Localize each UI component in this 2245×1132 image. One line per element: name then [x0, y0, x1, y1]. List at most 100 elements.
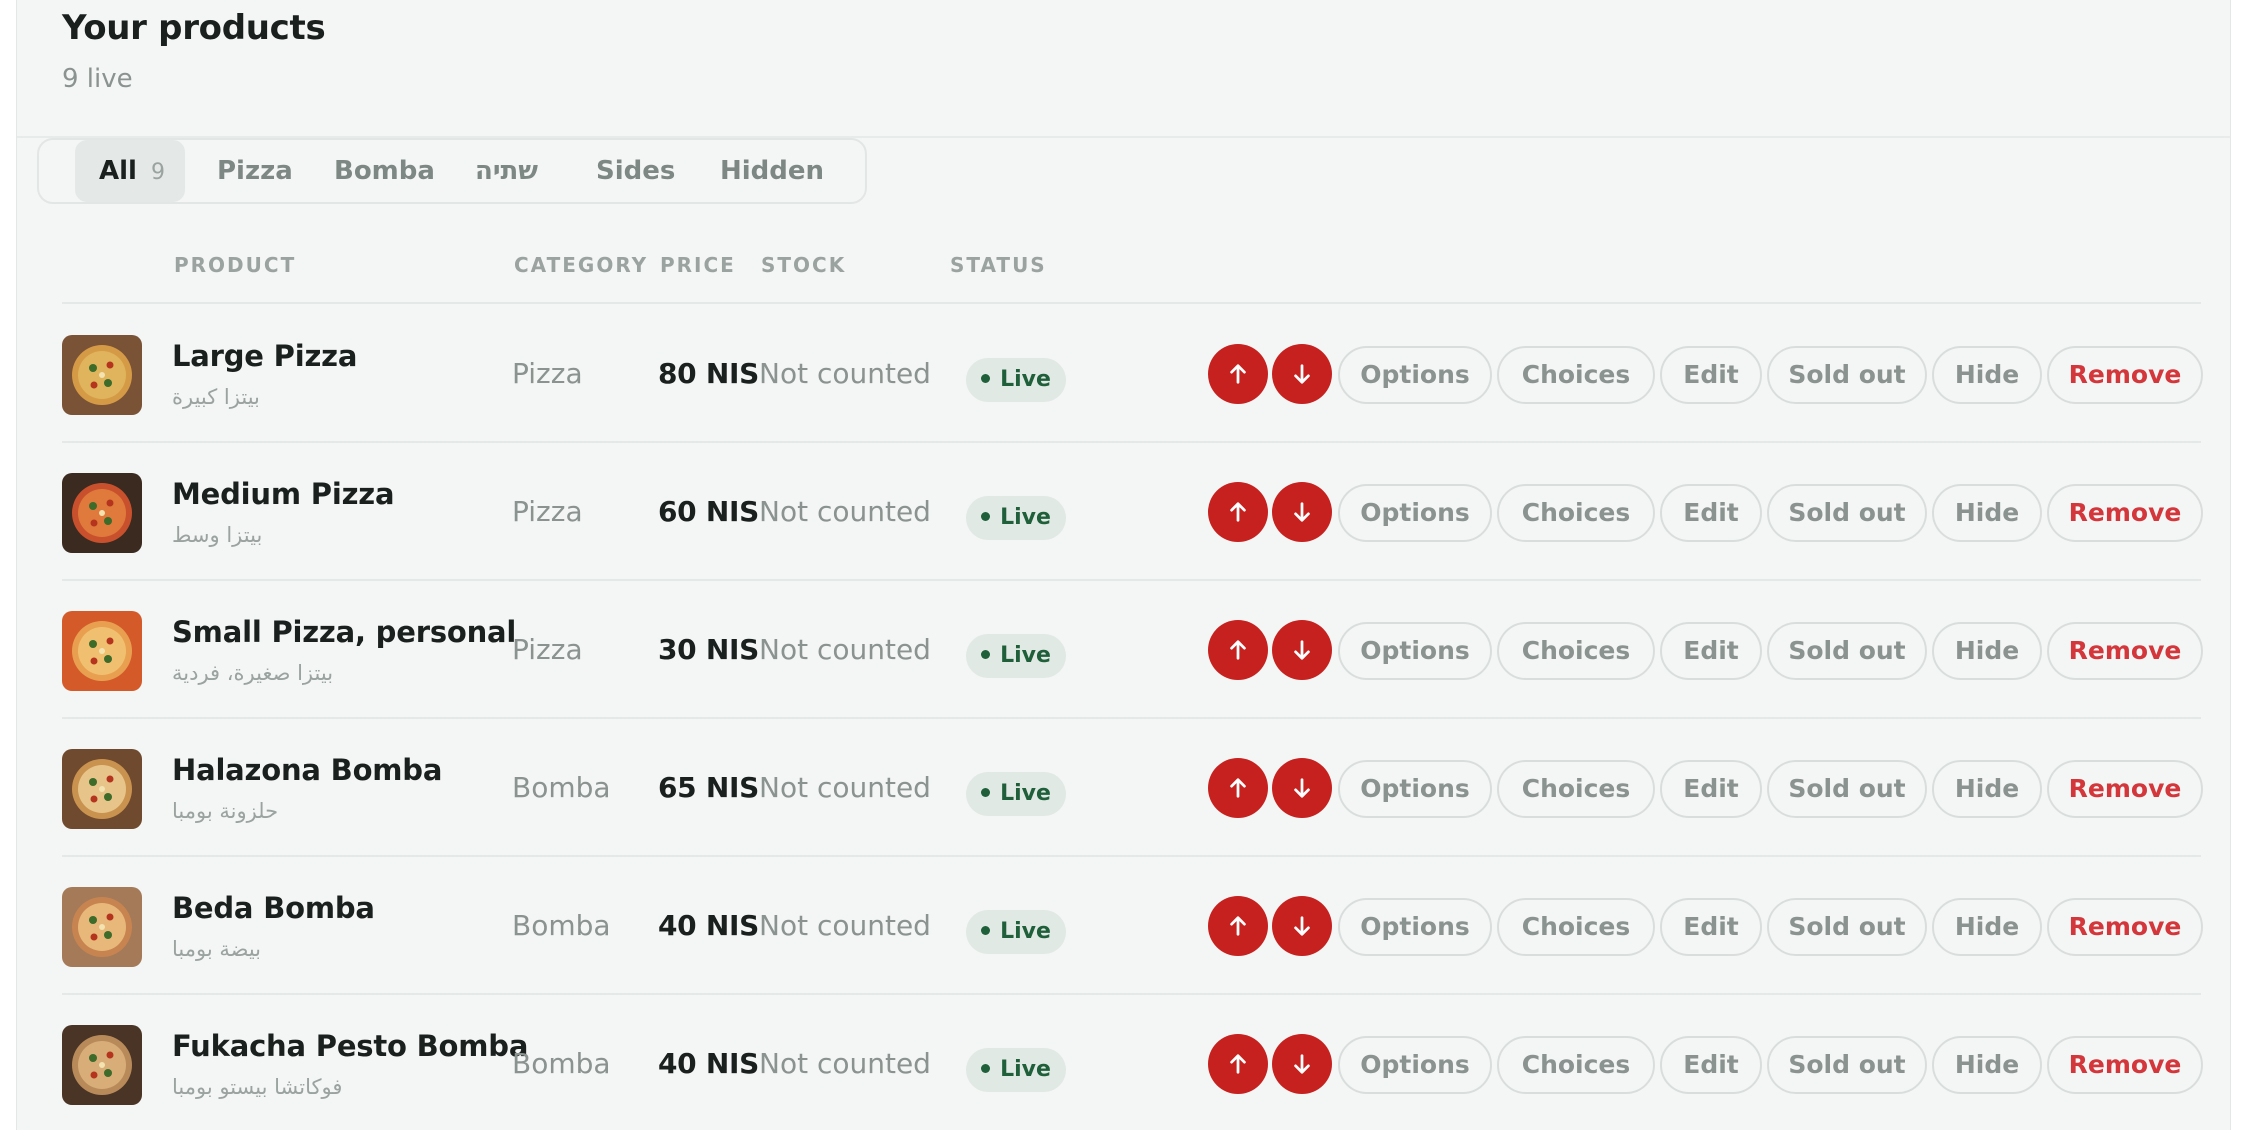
move-down-button[interactable]	[1272, 896, 1332, 956]
arrow-down-icon	[1294, 640, 1310, 660]
edit-button[interactable]: Edit	[1660, 622, 1762, 680]
product-alt-name: بيتزا صغيرة، فردية	[172, 661, 334, 685]
move-down-button[interactable]	[1272, 758, 1332, 818]
status-label: Live	[1000, 919, 1051, 944]
move-up-button[interactable]	[1208, 896, 1268, 956]
edit-button[interactable]: Edit	[1660, 346, 1762, 404]
choices-button[interactable]: Choices	[1497, 346, 1655, 404]
status-label: Live	[1000, 643, 1051, 668]
tab-bomba[interactable]: Bomba	[334, 140, 435, 202]
sold-out-button[interactable]: Sold out	[1767, 898, 1927, 956]
column-header-category: CATEGORY	[514, 253, 649, 277]
move-up-button[interactable]	[1208, 482, 1268, 542]
sold-out-button[interactable]: Sold out	[1767, 622, 1927, 680]
product-image	[62, 335, 142, 415]
sold-out-button[interactable]: Sold out	[1767, 1036, 1927, 1094]
options-button[interactable]: Options	[1338, 898, 1492, 956]
move-up-button[interactable]	[1208, 1034, 1268, 1094]
table-row: Medium Pizza بيتزا وسط Pizza 60 NIS Not …	[62, 443, 2203, 580]
tab-all[interactable]: All 9	[75, 140, 185, 202]
options-button[interactable]: Options	[1338, 1036, 1492, 1094]
status-dot-icon	[981, 1063, 991, 1073]
tab-label: All	[99, 156, 137, 186]
sold-out-button[interactable]: Sold out	[1767, 760, 1927, 818]
options-button[interactable]: Options	[1338, 346, 1492, 404]
remove-button[interactable]: Remove	[2047, 346, 2203, 404]
edit-button[interactable]: Edit	[1660, 1036, 1762, 1094]
options-button[interactable]: Options	[1338, 622, 1492, 680]
tab-drinks[interactable]: שתיה	[475, 140, 538, 202]
table-row: Large Pizza بيتزا كبيرة Pizza 80 NIS Not…	[62, 305, 2203, 442]
edit-button[interactable]: Edit	[1660, 484, 1762, 542]
product-category: Bomba	[512, 909, 611, 942]
sold-out-button[interactable]: Sold out	[1767, 346, 1927, 404]
status-dot-icon	[981, 373, 991, 383]
product-category: Pizza	[512, 495, 583, 528]
product-alt-name: فوكاتشا بيستو بومبا	[172, 1075, 343, 1099]
status-label: Live	[1000, 781, 1051, 806]
remove-button[interactable]: Remove	[2047, 484, 2203, 542]
move-up-button[interactable]	[1208, 620, 1268, 680]
row-divider	[62, 302, 2201, 304]
product-stock: Not counted	[759, 495, 931, 528]
product-image	[62, 1025, 142, 1105]
product-stock: Not counted	[759, 633, 931, 666]
status-label: Live	[1000, 1057, 1051, 1082]
status-badge: Live	[966, 496, 1066, 540]
choices-button[interactable]: Choices	[1497, 898, 1655, 956]
product-category: Bomba	[512, 1047, 611, 1080]
arrow-down-icon	[1294, 1054, 1310, 1074]
status-dot-icon	[981, 925, 991, 935]
hide-button[interactable]: Hide	[1932, 760, 2042, 818]
arrow-down-icon	[1294, 916, 1310, 936]
choices-button[interactable]: Choices	[1497, 1036, 1655, 1094]
hide-button[interactable]: Hide	[1932, 1036, 2042, 1094]
product-name: Halazona Bomba	[172, 753, 443, 787]
edit-button[interactable]: Edit	[1660, 760, 1762, 818]
column-header-price: PRICE	[660, 253, 736, 277]
hide-button[interactable]: Hide	[1932, 898, 2042, 956]
options-button[interactable]: Options	[1338, 484, 1492, 542]
move-down-button[interactable]	[1272, 620, 1332, 680]
edit-button[interactable]: Edit	[1660, 898, 1762, 956]
choices-button[interactable]: Choices	[1497, 760, 1655, 818]
options-button[interactable]: Options	[1338, 760, 1492, 818]
tab-pizza[interactable]: Pizza	[217, 140, 293, 202]
move-up-button[interactable]	[1208, 344, 1268, 404]
sold-out-button[interactable]: Sold out	[1767, 484, 1927, 542]
product-name: Small Pizza, personal	[172, 615, 517, 649]
product-name: Beda Bomba	[172, 891, 375, 925]
arrow-up-icon	[1230, 502, 1246, 522]
arrow-down-icon	[1294, 502, 1310, 522]
tab-hidden[interactable]: Hidden	[720, 140, 824, 202]
status-dot-icon	[981, 511, 991, 521]
product-photo-image	[62, 335, 142, 415]
remove-button[interactable]: Remove	[2047, 622, 2203, 680]
move-down-button[interactable]	[1272, 344, 1332, 404]
remove-button[interactable]: Remove	[2047, 1036, 2203, 1094]
hide-button[interactable]: Hide	[1932, 622, 2042, 680]
choices-button[interactable]: Choices	[1497, 484, 1655, 542]
hide-button[interactable]: Hide	[1932, 484, 2042, 542]
remove-button[interactable]: Remove	[2047, 760, 2203, 818]
product-price: 40 NIS	[658, 909, 759, 942]
live-count: 9 live	[62, 64, 133, 94]
tab-sides[interactable]: Sides	[596, 140, 675, 202]
move-down-button[interactable]	[1272, 1034, 1332, 1094]
tab-count: 9	[150, 160, 165, 185]
move-down-button[interactable]	[1272, 482, 1332, 542]
products-panel: Your products 9 live All 9 Pizza Bomba שת…	[16, 0, 2231, 1130]
category-tabs: All 9 Pizza Bomba שתיה Sides Hidden	[37, 138, 867, 204]
product-photo-image	[62, 1025, 142, 1105]
choices-button[interactable]: Choices	[1497, 622, 1655, 680]
status-badge: Live	[966, 1048, 1066, 1092]
product-price: 80 NIS	[658, 357, 759, 390]
page-title: Your products	[62, 8, 326, 48]
product-image	[62, 473, 142, 553]
move-up-button[interactable]	[1208, 758, 1268, 818]
hide-button[interactable]: Hide	[1932, 346, 2042, 404]
column-header-stock: STOCK	[761, 253, 847, 277]
product-alt-name: حلزونة بومبا	[172, 799, 279, 823]
status-dot-icon	[981, 787, 991, 797]
remove-button[interactable]: Remove	[2047, 898, 2203, 956]
